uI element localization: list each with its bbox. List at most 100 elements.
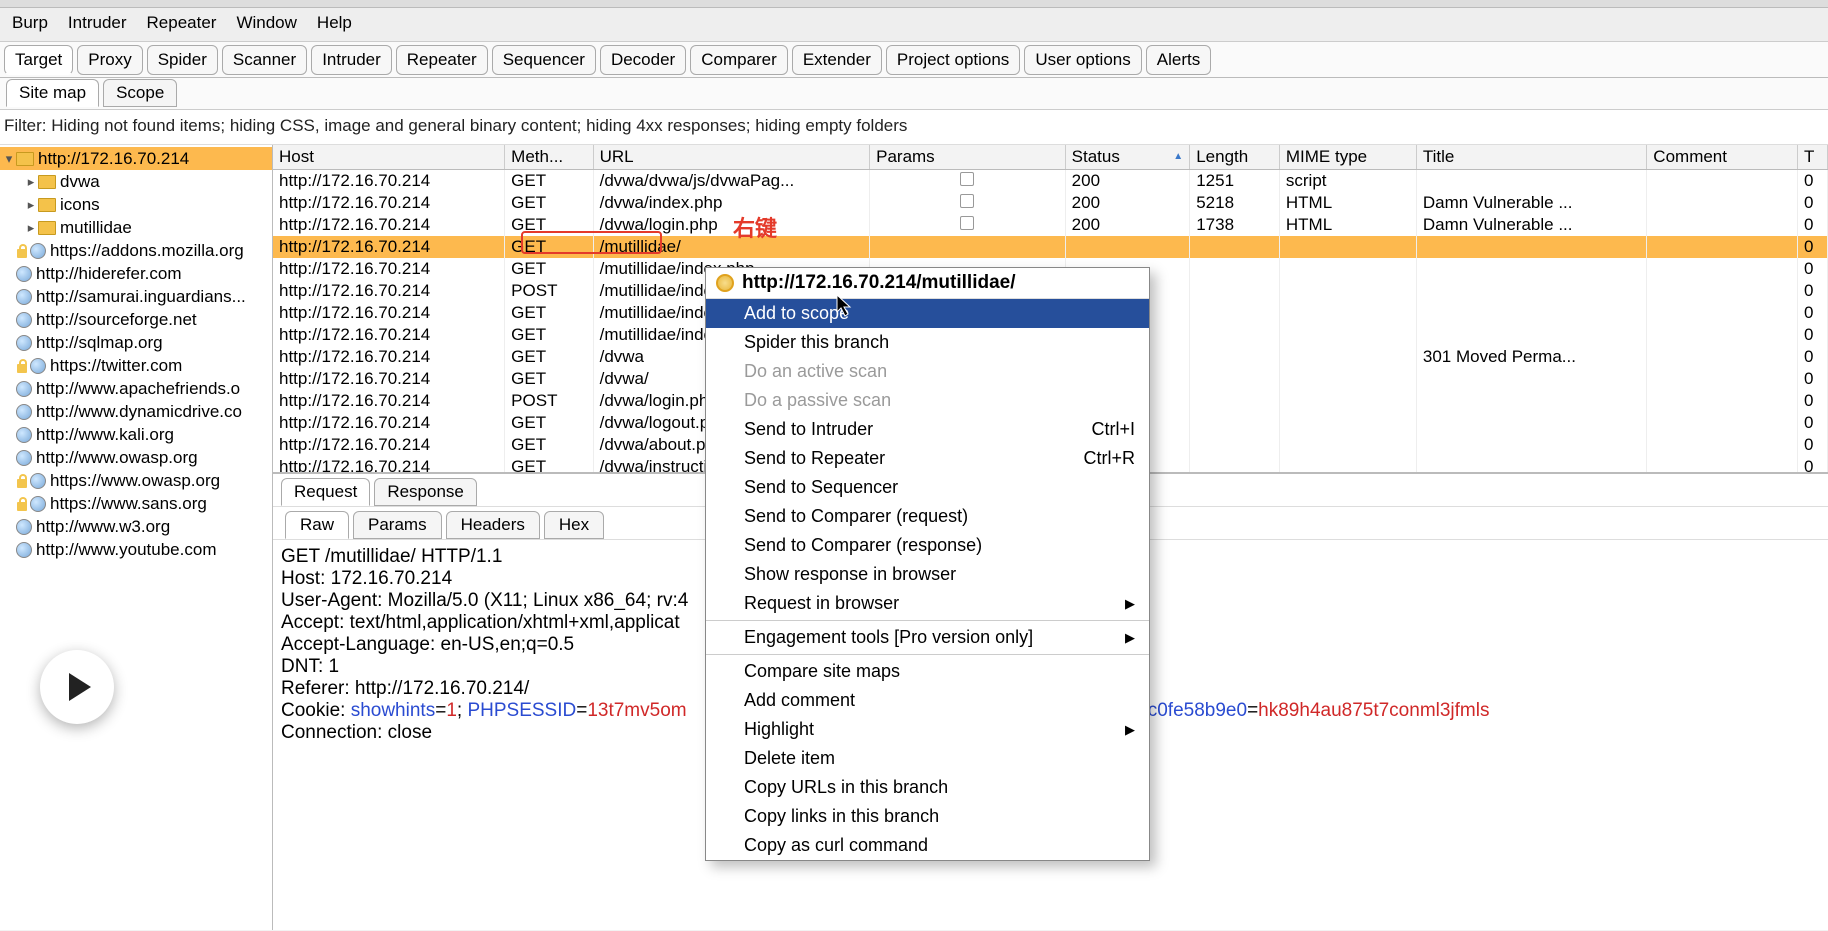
tree-twisty-icon[interactable]: ▸ (24, 194, 38, 215)
tree-item[interactable]: https://addons.mozilla.org (0, 239, 272, 262)
context-menu-item[interactable]: Copy as curl command (706, 831, 1149, 860)
tree-twisty-icon[interactable]: ▾ (2, 148, 16, 169)
rawtab-headers[interactable]: Headers (446, 511, 540, 539)
context-menu-item[interactable]: Send to Sequencer (706, 473, 1149, 502)
context-menu-item[interactable]: Copy links in this branch (706, 802, 1149, 831)
tree-item[interactable]: http://www.dynamicdrive.co (0, 400, 272, 423)
sub-tabbar: Site mapScope (0, 78, 1828, 110)
tab-extender[interactable]: Extender (792, 45, 882, 75)
tab-target[interactable]: Target (4, 45, 73, 75)
globe-icon (16, 289, 32, 305)
tree-label: http://www.w3.org (36, 516, 272, 537)
table-row[interactable]: http://172.16.70.214GET/dvwa/dvwa/js/dvw… (273, 170, 1828, 193)
rawtab-params[interactable]: Params (353, 511, 442, 539)
tree-label: dvwa (60, 171, 272, 192)
reqtab-response[interactable]: Response (374, 478, 477, 506)
tab-decoder[interactable]: Decoder (600, 45, 686, 75)
context-menu-item[interactable]: Copy URLs in this branch (706, 773, 1149, 802)
tab-scanner[interactable]: Scanner (222, 45, 307, 75)
col-host[interactable]: Host (273, 145, 505, 170)
context-menu-item[interactable]: Compare site maps (706, 657, 1149, 686)
tab-alerts[interactable]: Alerts (1146, 45, 1211, 75)
tab-intruder[interactable]: Intruder (311, 45, 392, 75)
tree-twisty-icon[interactable]: ▸ (24, 217, 38, 238)
context-menu-item[interactable]: Send to Comparer (request) (706, 502, 1149, 531)
col-status[interactable]: Status (1065, 145, 1190, 170)
tree-item[interactable]: http://www.apachefriends.o (0, 377, 272, 400)
globe-icon (16, 381, 32, 397)
tab-spider[interactable]: Spider (147, 45, 218, 75)
target-icon (716, 274, 734, 292)
globe-icon (16, 266, 32, 282)
context-menu-item[interactable]: Show response in browser (706, 560, 1149, 589)
tree-label: http://hiderefer.com (36, 263, 272, 284)
subtab-scope[interactable]: Scope (103, 79, 177, 107)
context-menu-item[interactable]: Delete item (706, 744, 1149, 773)
globe-icon (16, 312, 32, 328)
context-menu-item[interactable]: Send to Comparer (response) (706, 531, 1149, 560)
reqtab-request[interactable]: Request (281, 478, 370, 506)
context-menu-item[interactable]: Add to scope (706, 299, 1149, 328)
tab-project-options[interactable]: Project options (886, 45, 1020, 75)
col-length[interactable]: Length (1190, 145, 1280, 170)
context-menu-separator (706, 620, 1149, 621)
col-params[interactable]: Params (870, 145, 1066, 170)
lock-icon (16, 359, 28, 373)
tree-item[interactable]: https://www.sans.org (0, 492, 272, 515)
globe-icon (16, 404, 32, 420)
tree-item[interactable]: ▸ dvwa (0, 170, 272, 193)
tab-comparer[interactable]: Comparer (690, 45, 788, 75)
tree-item[interactable]: http://samurai.inguardians... (0, 285, 272, 308)
tab-user-options[interactable]: User options (1024, 45, 1141, 75)
globe-icon (16, 427, 32, 443)
site-tree[interactable]: ▾http://172.16.70.214▸dvwa▸icons▸mutilli… (0, 145, 273, 930)
context-menu-item[interactable]: Send to RepeaterCtrl+R (706, 444, 1149, 473)
col-url[interactable]: URL (593, 145, 870, 170)
play-button[interactable] (40, 650, 114, 724)
col-title[interactable]: Title (1416, 145, 1646, 170)
menu-burp[interactable]: Burp (2, 11, 58, 35)
tree-label: https://addons.mozilla.org (50, 240, 272, 261)
tree-item[interactable]: http://www.kali.org (0, 423, 272, 446)
tab-proxy[interactable]: Proxy (77, 45, 142, 75)
subtab-site-map[interactable]: Site map (6, 79, 99, 107)
context-menu-item[interactable]: Spider this branch (706, 328, 1149, 357)
tree-label: https://www.owasp.org (50, 470, 272, 491)
tree-item[interactable]: ▾http://172.16.70.214 (0, 147, 272, 170)
menu-help[interactable]: Help (307, 11, 362, 35)
col-mime-type[interactable]: MIME type (1279, 145, 1416, 170)
context-menu-item[interactable]: Highlight▶ (706, 715, 1149, 744)
tab-sequencer[interactable]: Sequencer (492, 45, 596, 75)
filter-bar[interactable]: Filter: Hiding not found items; hiding C… (0, 110, 1828, 145)
main-tabbar: TargetProxySpiderScannerIntruderRepeater… (0, 42, 1828, 78)
tree-item[interactable]: https://www.owasp.org (0, 469, 272, 492)
tree-item[interactable]: ▸mutillidae (0, 216, 272, 239)
table-row[interactable]: http://172.16.70.214GET/dvwa/login.php20… (273, 214, 1828, 236)
table-row[interactable]: http://172.16.70.214GET/mutillidae/0 (273, 236, 1828, 258)
col-comment[interactable]: Comment (1647, 145, 1798, 170)
tree-twisty-icon[interactable]: ▸ (24, 171, 38, 192)
col-t[interactable]: T (1798, 145, 1828, 170)
tree-item[interactable]: http://hiderefer.com (0, 262, 272, 285)
menu-repeater[interactable]: Repeater (137, 11, 227, 35)
context-menu-item[interactable]: Engagement tools [Pro version only]▶ (706, 623, 1149, 652)
rawtab-raw[interactable]: Raw (285, 511, 349, 539)
context-menu-item[interactable]: Add comment (706, 686, 1149, 715)
tree-item[interactable]: ▸icons (0, 193, 272, 216)
col-method[interactable]: Meth... (505, 145, 593, 170)
tree-item[interactable]: http://www.youtube.com (0, 538, 272, 561)
tree-item[interactable]: https://twitter.com (0, 354, 272, 377)
menu-intruder[interactable]: Intruder (58, 11, 137, 35)
menubar: Burp Intruder Repeater Window Help (0, 8, 1828, 42)
context-menu-item[interactable]: Send to IntruderCtrl+I (706, 415, 1149, 444)
tree-item[interactable]: http://www.w3.org (0, 515, 272, 538)
rawtab-hex[interactable]: Hex (544, 511, 604, 539)
tree-item[interactable]: http://www.owasp.org (0, 446, 272, 469)
tree-item[interactable]: http://sqlmap.org (0, 331, 272, 354)
table-row[interactable]: http://172.16.70.214GET/dvwa/index.php20… (273, 192, 1828, 214)
menu-window[interactable]: Window (226, 11, 306, 35)
tab-repeater[interactable]: Repeater (396, 45, 488, 75)
context-menu[interactable]: http://172.16.70.214/mutillidae/ Add to … (705, 267, 1150, 861)
context-menu-item[interactable]: Request in browser▶ (706, 589, 1149, 618)
tree-item[interactable]: http://sourceforge.net (0, 308, 272, 331)
